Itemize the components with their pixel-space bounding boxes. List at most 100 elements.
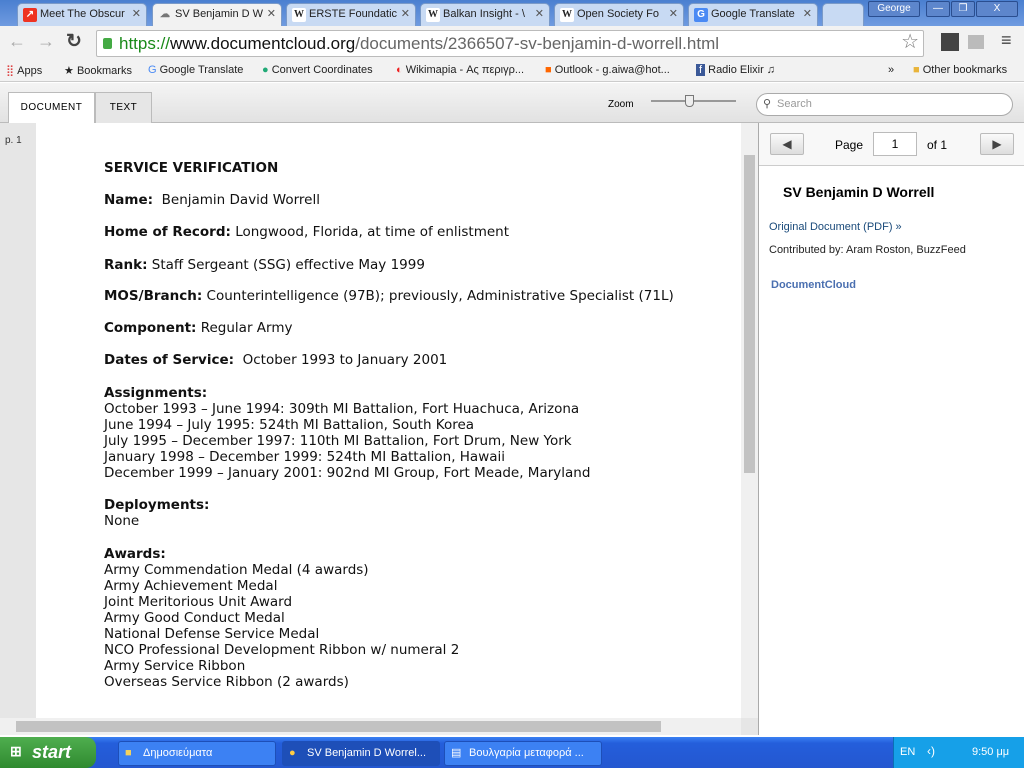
award-item: Joint Meritorious Unit Award — [104, 594, 293, 610]
close-tab-icon[interactable]: ✕ — [535, 7, 544, 20]
folder-extension-icon[interactable] — [968, 35, 984, 49]
rank-field: Rank: Staff Sergeant (SSG) effective May… — [104, 257, 425, 273]
bookmarks-bar: ⣿ Apps ★ Bookmarks G Google Translate ● … — [0, 60, 1024, 82]
home-field: Home of Record: Longwood, Florida, at ti… — [104, 224, 510, 240]
tab-text[interactable]: TEXT — [95, 92, 152, 123]
tab-title: Meet The Obscur — [40, 8, 125, 20]
google-translate-icon: G — [694, 8, 708, 22]
menu-icon[interactable]: ≡ — [1001, 30, 1012, 51]
extension-icon[interactable] — [941, 33, 959, 51]
assignment-item: December 1999 – January 2001: 902nd MI G… — [104, 465, 591, 481]
award-item: Army Achievement Medal — [104, 578, 278, 594]
bookmark-convert-coordinates[interactable]: ● Convert Coordinates — [262, 64, 373, 76]
mos-field: MOS/Branch: Counterintelligence (97B); p… — [104, 288, 674, 304]
bookmark-wikimapia[interactable]: ◐ Wikimapia - Ας περιγρ... — [396, 64, 524, 76]
other-bookmarks[interactable]: ■ Other bookmarks — [913, 64, 1007, 76]
tab-meet-the-obscure[interactable]: ↗ Meet The Obscur ✕ — [17, 3, 147, 26]
documentcloud-logo[interactable]: DocumentCloud — [771, 279, 856, 291]
clock: 9:50 μμ — [972, 746, 1010, 758]
buzzfeed-icon: ↗ — [23, 8, 37, 22]
page-total: of 1 — [927, 138, 948, 152]
google-translate-icon: G — [148, 64, 157, 76]
restore-button[interactable]: ❐ — [951, 1, 975, 17]
tab-document[interactable]: DOCUMENT — [8, 92, 95, 123]
assignment-item: January 1998 – December 1999: 524th MI B… — [104, 449, 506, 465]
windows-logo-icon: ⊞ — [10, 743, 22, 759]
bookmarks-overflow[interactable]: » — [888, 64, 894, 76]
next-page-button[interactable]: ▶ — [980, 133, 1014, 155]
zoom-label: Zoom — [608, 99, 634, 110]
previous-page-button[interactable]: ◀ — [770, 133, 804, 155]
tab-title: Open Society Fo — [577, 8, 659, 20]
taskbar-item-chrome[interactable]: ● SV Benjamin D Worrel... — [282, 741, 440, 766]
chrome-icon: ● — [289, 747, 296, 759]
reload-icon[interactable]: ↻ — [66, 30, 82, 53]
bookmark-google-translate[interactable]: G Google Translate — [148, 64, 243, 76]
wikipedia-icon: W — [426, 8, 440, 22]
globe-icon: ● — [262, 64, 269, 76]
start-button[interactable]: ⊞ start — [0, 737, 96, 768]
tab-erste[interactable]: W ERSTE Foundatic ✕ — [286, 3, 416, 26]
url-host: www.documentcloud.org — [170, 34, 356, 53]
minimize-button[interactable]: — — [926, 1, 950, 17]
bookmark-apps[interactable]: ⣿ Apps — [6, 64, 42, 77]
search-input[interactable]: ⚲ Search — [756, 93, 1013, 116]
assignment-item: July 1995 – December 1997: 110th MI Batt… — [104, 433, 572, 449]
tab-open-society[interactable]: W Open Society Fo ✕ — [554, 3, 684, 26]
tab-title: Balkan Insight - \ — [443, 8, 525, 20]
facebook-icon: f — [696, 64, 706, 76]
tab-title: Google Translate — [711, 8, 795, 20]
folder-icon: ■ — [125, 747, 132, 759]
star-icon: ★ — [64, 65, 74, 77]
close-tab-icon[interactable]: ✕ — [401, 7, 410, 20]
assignments-heading: Assignments: — [104, 385, 208, 401]
vertical-scrollbar[interactable] — [741, 123, 758, 718]
tab-balkan-insight[interactable]: W Balkan Insight - \ ✕ — [420, 3, 550, 26]
zoom-slider[interactable] — [651, 95, 736, 107]
page-label: Page — [835, 138, 864, 152]
url-path: /documents/2366507-sv-benjamin-d-worrell… — [355, 34, 720, 53]
tab-sv-benjamin[interactable]: ☁ SV Benjamin D W ✕ — [152, 3, 282, 26]
original-document-link[interactable]: Original Document (PDF) » — [769, 221, 902, 233]
taskbar-item-folder[interactable]: ■ Δημοσιεύματα — [118, 741, 276, 766]
tab-google-translate[interactable]: G Google Translate ✕ — [688, 3, 818, 26]
network-icon[interactable]: ‹) — [927, 744, 935, 758]
address-bar[interactable]: https://www.documentcloud.org/documents/… — [96, 30, 924, 57]
scrollbar-thumb[interactable] — [16, 721, 661, 732]
assignment-item: October 1993 – June 1994: 309th MI Batta… — [104, 401, 580, 417]
zoom-slider-thumb[interactable] — [685, 95, 695, 107]
wikipedia-icon: W — [292, 8, 306, 22]
wikimapia-icon: ◐ — [396, 64, 403, 76]
viewer-toolbar: DOCUMENT TEXT Zoom ⚲ Search — [0, 83, 1024, 123]
tab-title: ERSTE Foundatic — [309, 8, 398, 20]
close-tab-icon[interactable]: ✕ — [132, 7, 141, 20]
award-item: National Defense Service Medal — [104, 626, 320, 642]
folder-icon: ■ — [913, 64, 920, 76]
close-window-button[interactable]: X — [976, 1, 1018, 17]
tab-title: SV Benjamin D W — [175, 8, 264, 20]
forward-icon[interactable]: → — [37, 31, 55, 52]
star-icon[interactable]: ☆ — [901, 30, 919, 55]
scrollbar-thumb[interactable] — [744, 155, 755, 473]
search-placeholder: Search — [777, 98, 812, 110]
bookmark-bookmarks[interactable]: ★ Bookmarks — [64, 64, 132, 77]
new-tab-button[interactable] — [822, 3, 864, 26]
taskbar-item-word[interactable]: ▤ Βουλγαρία μεταφορά ... — [444, 741, 602, 766]
close-tab-icon[interactable]: ✕ — [267, 7, 276, 20]
bookmark-radio-elixir[interactable]: f Radio Elixir ♫ — [696, 64, 775, 76]
close-tab-icon[interactable]: ✕ — [669, 7, 678, 20]
horizontal-scrollbar[interactable] — [0, 718, 741, 735]
document-title: SV Benjamin D Worrell — [783, 184, 935, 200]
award-item: Army Commendation Medal (4 awards) — [104, 562, 369, 578]
close-tab-icon[interactable]: ✕ — [803, 7, 812, 20]
page-input[interactable]: 1 — [873, 132, 917, 156]
bookmark-outlook[interactable]: ■ Outlook - g.aiwa@hot... — [545, 64, 670, 76]
word-icon: ▤ — [451, 747, 462, 759]
award-item: Overseas Service Ribbon (2 awards) — [104, 674, 349, 690]
language-indicator[interactable]: EN — [900, 746, 915, 758]
document-page: SERVICE VERIFICATION Name: Benjamin Davi… — [36, 123, 741, 718]
search-icon: ⚲ — [763, 98, 772, 110]
profile-button[interactable]: George — [868, 1, 920, 17]
back-icon[interactable]: ← — [8, 31, 26, 52]
tab-strip: ↗ Meet The Obscur ✕ ☁ SV Benjamin D W ✕ W ERS… — [0, 0, 1024, 26]
